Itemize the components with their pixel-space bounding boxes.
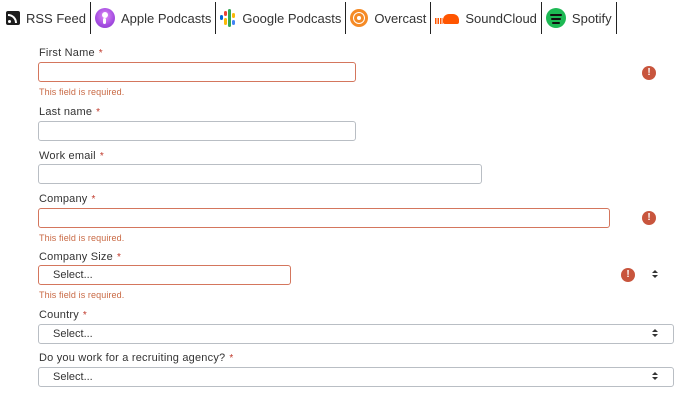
last-name-input[interactable]	[38, 121, 356, 141]
recruiting-agency-select[interactable]: Select...	[38, 367, 674, 387]
select-arrows-icon[interactable]	[651, 270, 659, 280]
country-selected: Select...	[53, 328, 93, 340]
required-marker: *	[229, 353, 234, 364]
required-marker: *	[82, 310, 88, 321]
required-marker: *	[99, 151, 104, 162]
country-select[interactable]: Select...	[38, 324, 674, 344]
work-email-label: Work email *	[39, 150, 104, 162]
required-marker: *	[116, 252, 122, 263]
company-size-label: Company Size *	[39, 251, 122, 263]
work-email-input[interactable]	[38, 164, 482, 184]
first-name-error: This field is required.	[39, 87, 125, 97]
company-label: Company *	[39, 193, 96, 205]
error-icon: !	[642, 66, 656, 80]
required-marker: *	[91, 194, 96, 205]
required-marker: *	[96, 107, 101, 118]
error-icon: !	[621, 268, 635, 282]
first-name-label: First Name *	[39, 47, 103, 59]
select-arrows-icon	[651, 329, 659, 339]
recruiting-agency-selected: Select...	[53, 371, 93, 383]
company-size-selected: Select...	[53, 269, 93, 281]
error-icon: !	[642, 211, 656, 225]
signup-form: First Name * This field is required. ! La…	[0, 0, 700, 400]
last-name-label: Last name *	[39, 106, 101, 118]
company-size-select[interactable]: Select...	[38, 265, 291, 285]
country-label: Country *	[39, 309, 88, 321]
recruiting-agency-label: Do you work for a recruiting agency? *	[39, 352, 234, 364]
first-name-input[interactable]	[38, 62, 356, 82]
company-error: This field is required.	[39, 233, 125, 243]
company-input[interactable]	[38, 208, 610, 228]
select-arrows-icon	[651, 372, 659, 382]
company-size-error: This field is required.	[39, 290, 125, 300]
required-marker: *	[98, 48, 103, 59]
